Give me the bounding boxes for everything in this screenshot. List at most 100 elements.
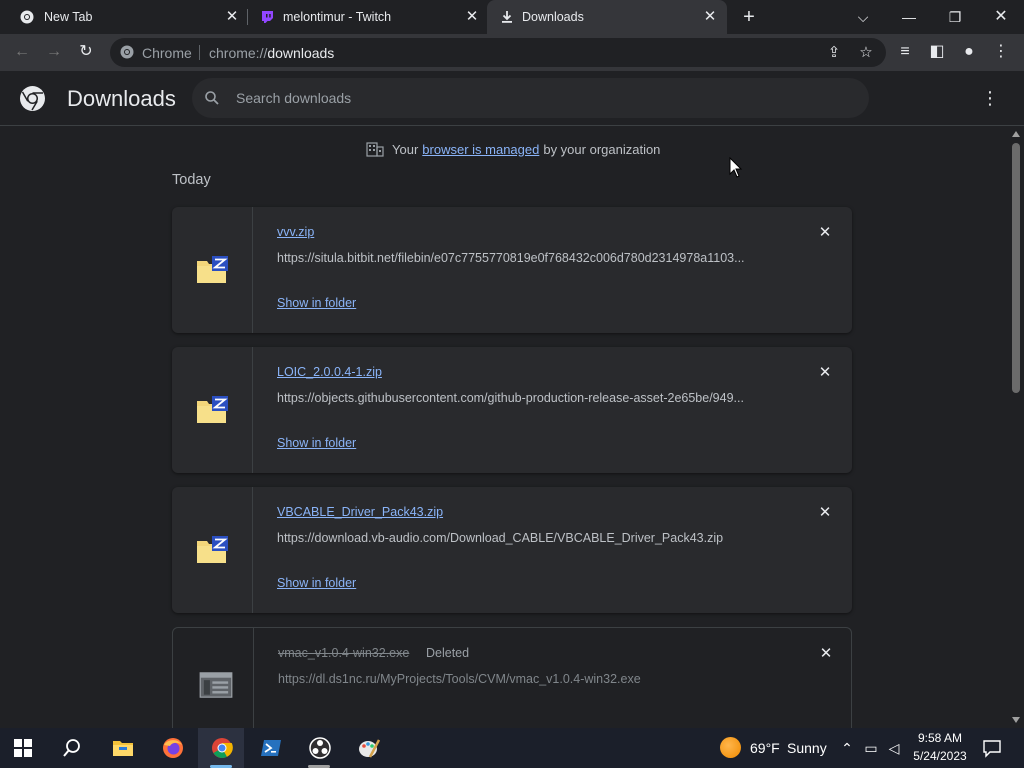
search-icon bbox=[63, 739, 80, 757]
search-box[interactable] bbox=[192, 78, 869, 118]
tab-close-icon[interactable]: ✕ bbox=[702, 9, 718, 25]
profile-icon[interactable]: ● bbox=[958, 41, 980, 63]
weather-sun-icon[interactable] bbox=[720, 737, 741, 758]
url-path: downloads bbox=[267, 45, 335, 61]
status-badge: Deleted bbox=[426, 646, 470, 660]
file-source-url[interactable]: https://download.vb-audio.com/Download_C… bbox=[277, 531, 782, 545]
omnibox-divider bbox=[199, 45, 200, 60]
taskbar-chrome[interactable] bbox=[198, 728, 244, 768]
remove-download-icon[interactable]: ✕ bbox=[817, 645, 835, 663]
file-source-url[interactable]: https://situla.bitbit.net/filebin/e07c77… bbox=[277, 251, 782, 265]
scrollbar[interactable] bbox=[1008, 127, 1024, 728]
weather-temperature[interactable]: 69°F bbox=[750, 740, 780, 756]
back-button[interactable]: ← bbox=[11, 41, 33, 63]
notification-icon[interactable] bbox=[982, 738, 1002, 758]
start-button[interactable] bbox=[0, 728, 46, 768]
obs-icon bbox=[309, 737, 331, 759]
clock-time[interactable]: 9:58 AM bbox=[913, 731, 967, 745]
chrome-icon bbox=[212, 738, 233, 758]
download-item: vvv.zip https://situla.bitbit.net/filebi… bbox=[172, 207, 852, 333]
tab-search-chevron-icon[interactable]: ⌵ bbox=[852, 6, 874, 28]
mouse-cursor-icon bbox=[729, 157, 743, 178]
file-icon-column bbox=[172, 347, 253, 473]
share-icon[interactable]: ⇪ bbox=[824, 43, 844, 63]
taskbar-obs[interactable] bbox=[296, 728, 342, 768]
file-name-link[interactable]: LOIC_2.0.0.4-1.zip bbox=[277, 365, 382, 379]
file-icon-column bbox=[172, 207, 253, 333]
remove-download-icon[interactable]: ✕ bbox=[816, 224, 834, 242]
tab-close-icon[interactable]: ✕ bbox=[224, 9, 240, 25]
taskbar-firefox[interactable] bbox=[149, 728, 195, 768]
managed-text-prefix: Your bbox=[392, 141, 419, 157]
page-title: Downloads bbox=[67, 86, 176, 111]
minimize-icon[interactable]: — bbox=[898, 6, 920, 28]
tab-new-tab[interactable]: New Tab ✕ bbox=[0, 0, 245, 34]
taskbar-powershell[interactable] bbox=[247, 728, 293, 768]
browser-managed-link[interactable]: browser is managed bbox=[422, 142, 539, 157]
building-icon bbox=[366, 142, 384, 157]
file-name: vmac_v1.0.4-win32.exe bbox=[278, 646, 410, 660]
reload-button[interactable]: ↻ bbox=[75, 41, 97, 63]
file-name-link[interactable]: vvv.zip bbox=[277, 225, 314, 239]
exe-file-icon bbox=[199, 672, 233, 698]
scroll-up-icon[interactable] bbox=[1012, 131, 1020, 137]
download-item-deleted: vmac_v1.0.4-win32.exe Deleted https://dl… bbox=[172, 627, 852, 728]
bookmark-star-icon[interactable]: ☆ bbox=[856, 43, 876, 63]
file-explorer-icon bbox=[113, 741, 133, 756]
tab-title: melontimur - Twitch bbox=[283, 10, 392, 24]
show-in-folder-link[interactable]: Show in folder bbox=[277, 296, 356, 310]
remove-download-icon[interactable]: ✕ bbox=[816, 504, 834, 522]
weather-condition[interactable]: Sunny bbox=[787, 740, 827, 756]
remove-download-icon[interactable]: ✕ bbox=[816, 364, 834, 382]
taskbar-paint[interactable] bbox=[345, 728, 391, 768]
zip-folder-icon bbox=[197, 256, 228, 283]
firefox-icon bbox=[163, 738, 183, 758]
powershell-icon bbox=[261, 740, 281, 756]
network-icon[interactable]: ▭ bbox=[862, 739, 880, 757]
show-in-folder-link[interactable]: Show in folder bbox=[277, 436, 356, 450]
search-input[interactable] bbox=[236, 78, 836, 118]
side-panel-icon[interactable]: ◧ bbox=[926, 41, 948, 63]
tab-downloads[interactable]: Downloads ✕ bbox=[487, 0, 727, 34]
restore-icon[interactable]: ❐ bbox=[944, 6, 966, 28]
clock-date[interactable]: 5/24/2023 bbox=[908, 749, 972, 763]
taskbar-search-button[interactable] bbox=[49, 728, 95, 768]
downloads-list: Your browser is managed by your organiza… bbox=[0, 127, 1008, 728]
url-prefix: chrome:// bbox=[209, 45, 268, 61]
search-icon bbox=[205, 91, 219, 105]
downloads-header: Downloads ⋮ bbox=[0, 71, 1024, 126]
more-actions-icon[interactable]: ⋮ bbox=[980, 87, 1000, 109]
show-in-folder-link[interactable]: Show in folder bbox=[277, 576, 356, 590]
address-bar[interactable]: Chrome chrome://downloads ⇪ ☆ bbox=[110, 38, 886, 67]
tab-title: New Tab bbox=[44, 10, 93, 24]
scrollbar-thumb[interactable] bbox=[1012, 143, 1020, 393]
tab-strip: New Tab ✕ melontimur - Twitch ✕ Download… bbox=[0, 0, 1024, 34]
omnibox-url: chrome://downloads bbox=[209, 45, 334, 61]
omnibox-scheme-label: Chrome bbox=[142, 45, 192, 61]
tab-title: Downloads bbox=[522, 10, 584, 24]
tray-chevron-icon[interactable]: ⌃ bbox=[838, 739, 856, 757]
media-control-icon[interactable]: ≡ bbox=[894, 41, 916, 63]
file-name-link[interactable]: VBCABLE_Driver_Pack43.zip bbox=[277, 505, 443, 519]
start-icon bbox=[14, 739, 32, 757]
close-window-icon[interactable]: ✕ bbox=[990, 6, 1012, 28]
forward-button[interactable]: → bbox=[43, 41, 65, 63]
taskbar-file-explorer[interactable] bbox=[99, 728, 145, 768]
chrome-logo-icon bbox=[20, 86, 45, 111]
date-group-header: Today bbox=[172, 172, 211, 188]
download-item: LOIC_2.0.0.4-1.zip https://objects.githu… bbox=[172, 347, 852, 473]
zip-folder-icon bbox=[197, 396, 228, 423]
tab-twitch[interactable]: melontimur - Twitch ✕ bbox=[248, 0, 486, 34]
tab-close-icon[interactable]: ✕ bbox=[464, 9, 480, 25]
chrome-menu-icon[interactable]: ⋮ bbox=[990, 41, 1012, 63]
new-tab-button[interactable]: + bbox=[738, 6, 760, 28]
volume-muted-icon[interactable]: ◁ bbox=[885, 739, 903, 757]
twitch-icon bbox=[262, 11, 273, 23]
chrome-icon bbox=[20, 10, 34, 24]
managed-text-suffix: by your organization bbox=[543, 141, 661, 157]
file-source-url[interactable]: https://objects.githubusercontent.com/gi… bbox=[277, 391, 782, 405]
file-source-url[interactable]: https://dl.ds1nc.ru/MyProjects/Tools/CVM… bbox=[278, 672, 783, 686]
file-icon-column bbox=[173, 628, 254, 728]
scroll-down-icon[interactable] bbox=[1012, 717, 1020, 723]
file-icon-column bbox=[172, 487, 253, 613]
